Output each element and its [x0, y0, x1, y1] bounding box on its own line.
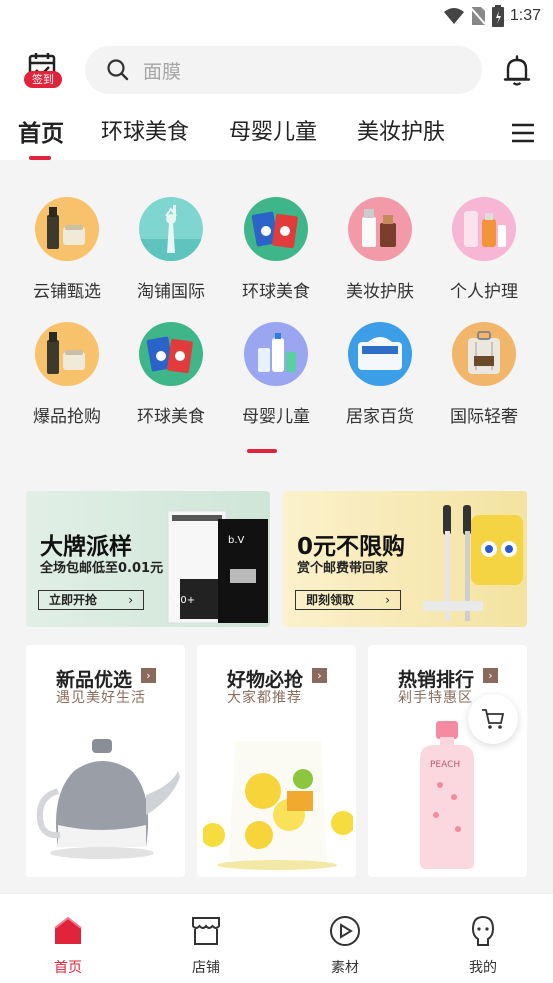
svg-text:50+: 50+ [174, 595, 195, 606]
card-subtitle: 剁手特惠区 [398, 690, 473, 706]
card-must-buy[interactable]: 好物必抢 › 大家都推荐 [197, 645, 356, 877]
profile-icon [471, 915, 495, 946]
baby-care-icon [244, 322, 308, 386]
category-item[interactable]: 环球美食 [119, 322, 223, 427]
svg-text:PEACH: PEACH [430, 760, 460, 770]
banner-title: 0元不限购 [297, 534, 406, 560]
search-icon [107, 59, 129, 81]
category-item[interactable]: 环球美食 [224, 197, 328, 302]
card-subtitle: 遇见美好生活 [56, 690, 146, 706]
banner-subtitle: 赏个邮费带回家 [297, 561, 389, 576]
tabs-fade [470, 112, 510, 156]
svg-text:b.V: b.V [228, 535, 245, 546]
category-item[interactable]: 居家百货 [328, 322, 432, 427]
chevron-right-icon: › [483, 668, 498, 683]
chevron-right-icon: › [385, 593, 390, 607]
tab-global-food[interactable]: 环球美食 [101, 114, 189, 146]
nav-profile[interactable]: 我的 [453, 914, 513, 977]
page-indicator [247, 449, 277, 453]
luggage-icon [452, 322, 516, 386]
wifi-icon [443, 8, 464, 24]
lemon-snack-icon [203, 741, 353, 870]
category-tabs: 首页 环球美食 母婴儿童 美妆护肤 [0, 112, 553, 160]
cosmetics-icon [348, 197, 412, 261]
snack-packs-icon [244, 197, 308, 261]
chevron-right-icon: › [312, 668, 327, 683]
nav-label: 店铺 [192, 960, 220, 976]
tab-mother-baby[interactable]: 母婴儿童 [229, 114, 317, 146]
snack-packs-icon [139, 322, 203, 386]
signin-label[interactable]: 签到 [24, 71, 62, 88]
card-subtitle: 大家都推荐 [227, 690, 302, 706]
category-item[interactable]: 国际轻奢 [432, 322, 536, 427]
bottom-nav: 首页 店铺 素材 我的 [0, 893, 553, 983]
play-icon [330, 916, 360, 946]
sunscreen-product-image: b.V 50+ [167, 510, 268, 624]
category-item[interactable]: 个人护理 [432, 197, 536, 302]
banner-sample[interactable]: b.V 50+ 大牌派样 全场包邮低至0.01元 立即开抢 › [26, 491, 270, 627]
tab-home[interactable]: 首页 [18, 114, 64, 148]
category-item[interactable]: 爆品抢购 [15, 322, 119, 427]
search-input[interactable]: 面膜 [85, 46, 482, 94]
skincare-bottles-icon [35, 322, 99, 386]
toothbrush-product-image [423, 505, 523, 621]
category-item[interactable]: 淘铺国际 [119, 197, 223, 302]
tab-beauty[interactable]: 美妆护肤 [357, 114, 445, 146]
category-item[interactable]: 母婴儿童 [224, 322, 328, 427]
tab-active-indicator [29, 156, 51, 160]
lotion-bottles-icon [452, 197, 516, 261]
nav-store[interactable]: 店铺 [176, 914, 236, 977]
teapot-icon [36, 739, 180, 859]
bell-icon [503, 55, 531, 86]
banner-subtitle: 全场包邮低至0.01元 [40, 561, 164, 576]
home-icon [54, 916, 82, 944]
search-placeholder: 面膜 [143, 60, 182, 83]
card-bestsellers[interactable]: 热销排行 › 剁手特惠区 PEACH [368, 645, 527, 877]
category-item[interactable]: 云铺甄选 [15, 197, 119, 302]
chevron-right-icon: › [141, 668, 156, 683]
status-icons: 1:37 [443, 5, 541, 27]
no-sim-icon [470, 7, 486, 25]
cart-button[interactable] [468, 694, 518, 744]
tissue-pack-icon [348, 322, 412, 386]
banner-free[interactable]: 0元不限购 赏个邮费带回家 即刻领取 › [283, 491, 527, 627]
status-bar: 1:37 [0, 0, 553, 34]
cart-icon [482, 709, 505, 729]
banner-button[interactable]: 即刻领取 › [295, 590, 401, 610]
category-item[interactable]: 美妆护肤 [328, 197, 432, 302]
menu-icon[interactable] [511, 122, 535, 144]
peach-bottle-icon: PEACH [420, 721, 474, 869]
store-icon [192, 917, 220, 945]
nav-home[interactable]: 首页 [38, 914, 98, 977]
status-time: 1:37 [509, 7, 541, 24]
header: 签到 面膜 首页 环球美食 母婴儿童 美妆护肤 [0, 34, 553, 160]
battery-icon [491, 5, 504, 27]
nav-label: 我的 [469, 960, 497, 976]
notification-button[interactable] [500, 54, 534, 88]
banner-title: 大牌派样 [40, 534, 132, 560]
chevron-right-icon: › [128, 593, 133, 607]
card-new-products[interactable]: 新品优选 › 遇见美好生活 [26, 645, 185, 877]
nav-label: 首页 [54, 960, 82, 976]
nav-material[interactable]: 素材 [315, 914, 375, 977]
banner-button[interactable]: 立即开抢 › [38, 590, 144, 610]
skincare-bottles-icon [35, 197, 99, 261]
statue-of-liberty-icon [139, 197, 203, 261]
nav-label: 素材 [331, 960, 359, 976]
